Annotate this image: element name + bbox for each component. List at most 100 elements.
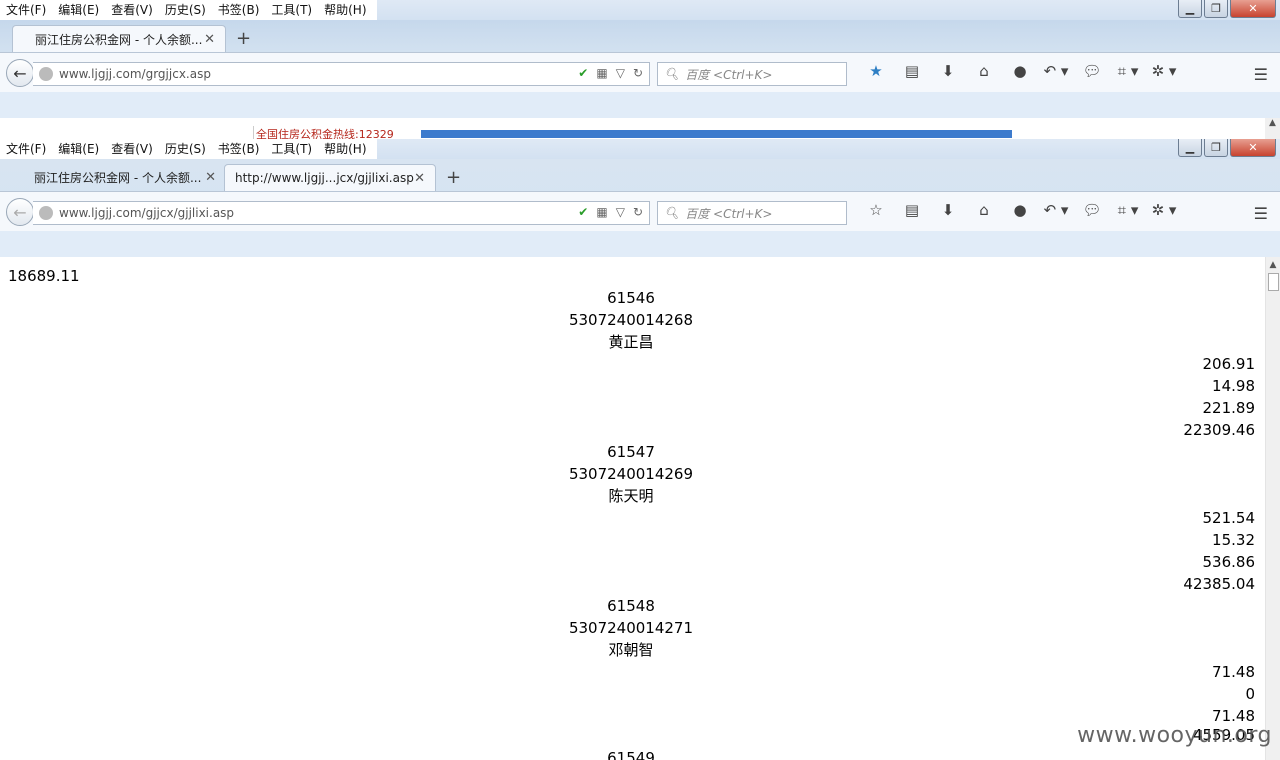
minimize-icon[interactable]: ▁ (1178, 139, 1202, 157)
tab-title: http://www.ljgjj...jcx/gjjlixi.asp (235, 171, 414, 185)
scroll-thumb[interactable] (1268, 273, 1279, 291)
crop-icon[interactable]: ⌗ ▾ (1110, 62, 1146, 80)
menu-file[interactable]: 文件(F) (0, 139, 52, 159)
bookmark-star-icon[interactable]: ★ (858, 62, 894, 80)
search-placeholder: 百度 <Ctrl+K> (685, 206, 773, 221)
record-value: 14.98 (1212, 377, 1255, 395)
comment-icon[interactable]: 💬︎ (1074, 62, 1110, 80)
restore-icon[interactable]: ❐ (1204, 139, 1228, 157)
tab-personal-balance[interactable]: 丽江住房公积金网 - 个人余额... ✕ (12, 25, 226, 52)
download-icon[interactable]: ⬇ (930, 62, 966, 80)
chat-icon[interactable]: ● (1002, 201, 1038, 219)
globe-icon (39, 206, 53, 220)
shield-check-icon[interactable]: ✔ (578, 66, 588, 80)
menu-history[interactable]: 历史(S) (159, 0, 212, 20)
record-account: 5307240014269 (568, 465, 694, 483)
record-name: 黄正昌 (608, 333, 654, 351)
search-box[interactable]: 🔍︎ 百度 <Ctrl+K> (657, 62, 847, 86)
menu-edit[interactable]: 编辑(E) (52, 139, 105, 159)
record-value: 221.89 (1202, 399, 1256, 417)
record-value: 15.32 (1212, 531, 1255, 549)
bookmarks-toolbar (0, 231, 1280, 257)
menu-help[interactable]: 帮助(H) (318, 139, 372, 159)
foreground-browser-window: 文件(F) 编辑(E) 查看(V) 历史(S) 书签(B) 工具(T) 帮助(H… (0, 139, 1280, 760)
menu-view[interactable]: 查看(V) (105, 139, 159, 159)
bookmark-star-icon[interactable]: ☆ (858, 201, 894, 219)
home-icon[interactable]: ⌂ (966, 201, 1002, 219)
menu-bar: 文件(F) 编辑(E) 查看(V) 历史(S) 书签(B) 工具(T) 帮助(H… (0, 139, 1280, 159)
menu-tools[interactable]: 工具(T) (265, 139, 318, 159)
record-value: 0 (1245, 685, 1255, 703)
tab-strip: 丽江住房公积金网 - 个人余额... ✕ http://www.ljgjj...… (0, 159, 1280, 191)
tab-personal-balance[interactable]: 丽江住房公积金网 - 个人余额... ✕ (12, 164, 226, 191)
reading-list-icon[interactable]: ▤ (894, 201, 930, 219)
scroll-up-icon[interactable]: ▲ (1266, 257, 1280, 273)
record-name: 邓朝智 (608, 641, 654, 659)
record-value: 521.54 (1202, 509, 1256, 527)
minimize-icon[interactable]: ▁ (1178, 0, 1202, 18)
record-value: 536.86 (1202, 553, 1256, 571)
new-tab-icon[interactable]: + (446, 167, 461, 188)
record-id: 61546 (607, 289, 655, 307)
search-box[interactable]: 🔍︎ 百度 <Ctrl+K> (657, 201, 847, 225)
reload-icon[interactable]: ↻ (633, 66, 643, 80)
close-icon[interactable]: ✕ (1230, 0, 1276, 18)
menu-bookmarks[interactable]: 书签(B) (212, 0, 266, 20)
record-value: 42385.04 (1183, 575, 1255, 593)
shield-check-icon[interactable]: ✔ (578, 205, 588, 219)
undo-icon[interactable]: ↶ ▾ (1038, 62, 1074, 80)
tab-gjjlixi[interactable]: http://www.ljgjj...jcx/gjjlixi.asp ✕ (224, 164, 436, 191)
menu-help[interactable]: 帮助(H) (318, 0, 372, 20)
banner-strip (421, 130, 1012, 138)
watermark: www.wooyun.org (1077, 723, 1272, 748)
crop-icon[interactable]: ⌗ ▾ (1110, 201, 1146, 219)
comment-icon[interactable]: 💬︎ (1074, 201, 1110, 219)
background-browser-window: 文件(F) 编辑(E) 查看(V) 历史(S) 书签(B) 工具(T) 帮助(H… (0, 0, 1280, 142)
dropdown-icon[interactable]: ▽ (616, 66, 625, 80)
menu-file[interactable]: 文件(F) (0, 0, 52, 20)
menu-edit[interactable]: 编辑(E) (52, 0, 105, 20)
record-value: 71.48 (1212, 663, 1255, 681)
url-text: www.ljgjj.com/gjjcx/gjjlixi.asp (59, 206, 235, 220)
new-tab-icon[interactable]: + (236, 28, 251, 49)
home-icon[interactable]: ⌂ (966, 62, 1002, 80)
dropdown-icon[interactable]: ▽ (616, 205, 625, 219)
qr-code-icon[interactable]: ▦ (596, 205, 607, 219)
reading-list-icon[interactable]: ▤ (894, 62, 930, 80)
tab-close-icon[interactable]: ✕ (205, 170, 216, 185)
record-account: 5307240014268 (568, 311, 694, 329)
hamburger-menu-icon[interactable]: ☰ (1254, 204, 1268, 223)
navigation-bar: ← www.ljgjj.com/grgjjcx.asp ✔ ▦ ▽ ↻ 🔍︎ 百… (0, 52, 1280, 92)
bookmarks-toolbar (0, 92, 1280, 118)
menu-bar: 文件(F) 编辑(E) 查看(V) 历史(S) 书签(B) 工具(T) 帮助(H… (0, 0, 1280, 20)
page-content: 18689.11 61546 5307240014268 黄正昌 206.91 … (0, 257, 1265, 760)
menu-tools[interactable]: 工具(T) (265, 0, 318, 20)
undo-icon[interactable]: ↶ ▾ (1038, 201, 1074, 219)
reload-icon[interactable]: ↻ (633, 205, 643, 219)
address-bar[interactable]: www.ljgjj.com/grgjjcx.asp ✔ ▦ ▽ ↻ (33, 62, 650, 86)
record-value: 22309.46 (1183, 421, 1255, 439)
menu-bookmarks[interactable]: 书签(B) (212, 139, 266, 159)
back-arrow-icon[interactable]: ← (6, 198, 34, 226)
tab-close-icon[interactable]: ✕ (204, 32, 215, 47)
hamburger-menu-icon[interactable]: ☰ (1254, 65, 1268, 84)
restore-icon[interactable]: ❐ (1204, 0, 1228, 18)
page-scrollbar[interactable]: ▲ (1265, 257, 1280, 760)
menu-view[interactable]: 查看(V) (105, 0, 159, 20)
extension-icon[interactable]: ✲ ▾ (1146, 62, 1182, 80)
record-account: 5307240014271 (568, 619, 694, 637)
download-icon[interactable]: ⬇ (930, 201, 966, 219)
menu-history[interactable]: 历史(S) (159, 139, 212, 159)
background-scrollbar[interactable]: ▲ (1265, 118, 1280, 140)
search-icon: 🔍︎ (664, 206, 680, 220)
search-placeholder: 百度 <Ctrl+K> (685, 67, 773, 82)
close-icon[interactable]: ✕ (1230, 139, 1276, 157)
qr-code-icon[interactable]: ▦ (596, 66, 607, 80)
first-value: 18689.11 (8, 267, 80, 285)
record-name: 陈天明 (608, 487, 654, 505)
back-arrow-icon[interactable]: ← (6, 59, 34, 87)
extension-icon[interactable]: ✲ ▾ (1146, 201, 1182, 219)
address-bar[interactable]: www.ljgjj.com/gjjcx/gjjlixi.asp ✔ ▦ ▽ ↻ (33, 201, 650, 225)
tab-close-icon[interactable]: ✕ (414, 171, 425, 186)
chat-icon[interactable]: ● (1002, 62, 1038, 80)
